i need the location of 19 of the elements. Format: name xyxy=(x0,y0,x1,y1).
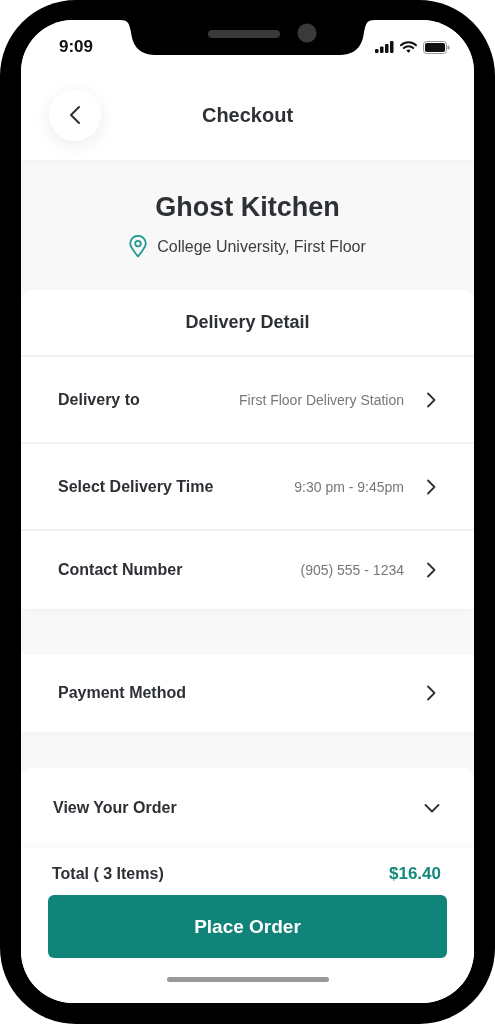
chevron-down-icon xyxy=(424,803,440,813)
wifi-icon xyxy=(400,41,417,53)
chevron-right-icon xyxy=(426,391,436,408)
signal-icon xyxy=(375,41,394,53)
chevron-right-icon xyxy=(426,562,436,578)
battery-icon xyxy=(423,40,450,54)
restaurant-location: College University, First Floor xyxy=(157,237,366,256)
order-toggle[interactable]: View Your Order xyxy=(21,768,474,848)
total-label: Total ( 3 Items) xyxy=(52,865,164,883)
total-price: $16.40 xyxy=(389,864,441,884)
place-order-button[interactable]: Place Order xyxy=(48,895,447,958)
back-icon xyxy=(69,105,81,125)
chevron-right-icon xyxy=(426,685,436,701)
location-pin-icon xyxy=(129,235,148,258)
restaurant-name: Ghost Kitchen xyxy=(155,192,340,223)
page-title: Checkout xyxy=(201,103,294,127)
chevron-right-icon xyxy=(426,478,436,495)
payment-row[interactable]: Payment Method xyxy=(21,654,474,732)
status-time: 9:09 xyxy=(59,36,94,57)
